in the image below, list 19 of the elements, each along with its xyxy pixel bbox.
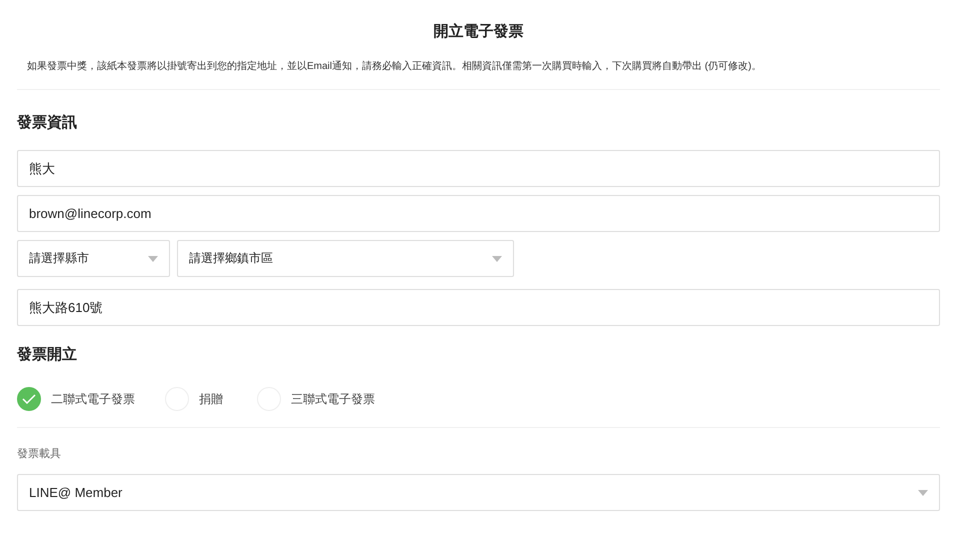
page-title: 開立電子發票 — [432, 22, 524, 42]
radio-label[interactable]: 二聯式電子發票 — [51, 390, 135, 408]
email-field[interactable]: brown@linecorp.com — [17, 195, 940, 232]
carrier-select[interactable]: LINE@ Member — [17, 474, 940, 511]
radio-label[interactable]: 捐贈 — [199, 390, 223, 408]
city-select[interactable]: 請選擇縣市 — [17, 240, 170, 277]
name-field[interactable]: 熊大 — [17, 150, 940, 187]
radio-label[interactable]: 三聯式電子發票 — [291, 390, 375, 408]
field-label: 發票載具 — [17, 447, 62, 461]
section-heading: 發票資訊 — [17, 113, 78, 133]
notice-text: 如果發票中獎，該紙本發票將以掛號寄出到您的指定地址，並以Email通知，請務必輸入正確資訊。相關資訊僅需第一次購買時輸入，下次購買將自動帶出 (仍可修改)。 — [27, 60, 762, 74]
address-field[interactable]: 熊大路610號 — [17, 289, 940, 326]
caret-icon — [492, 256, 502, 262]
district-select[interactable]: 請選擇鄉鎮市區 — [177, 240, 514, 277]
radio-button[interactable] — [17, 387, 41, 411]
section-heading: 發票開立 — [17, 345, 78, 365]
check-icon — [22, 394, 36, 404]
caret-icon — [148, 256, 158, 262]
caret-icon — [918, 490, 928, 496]
